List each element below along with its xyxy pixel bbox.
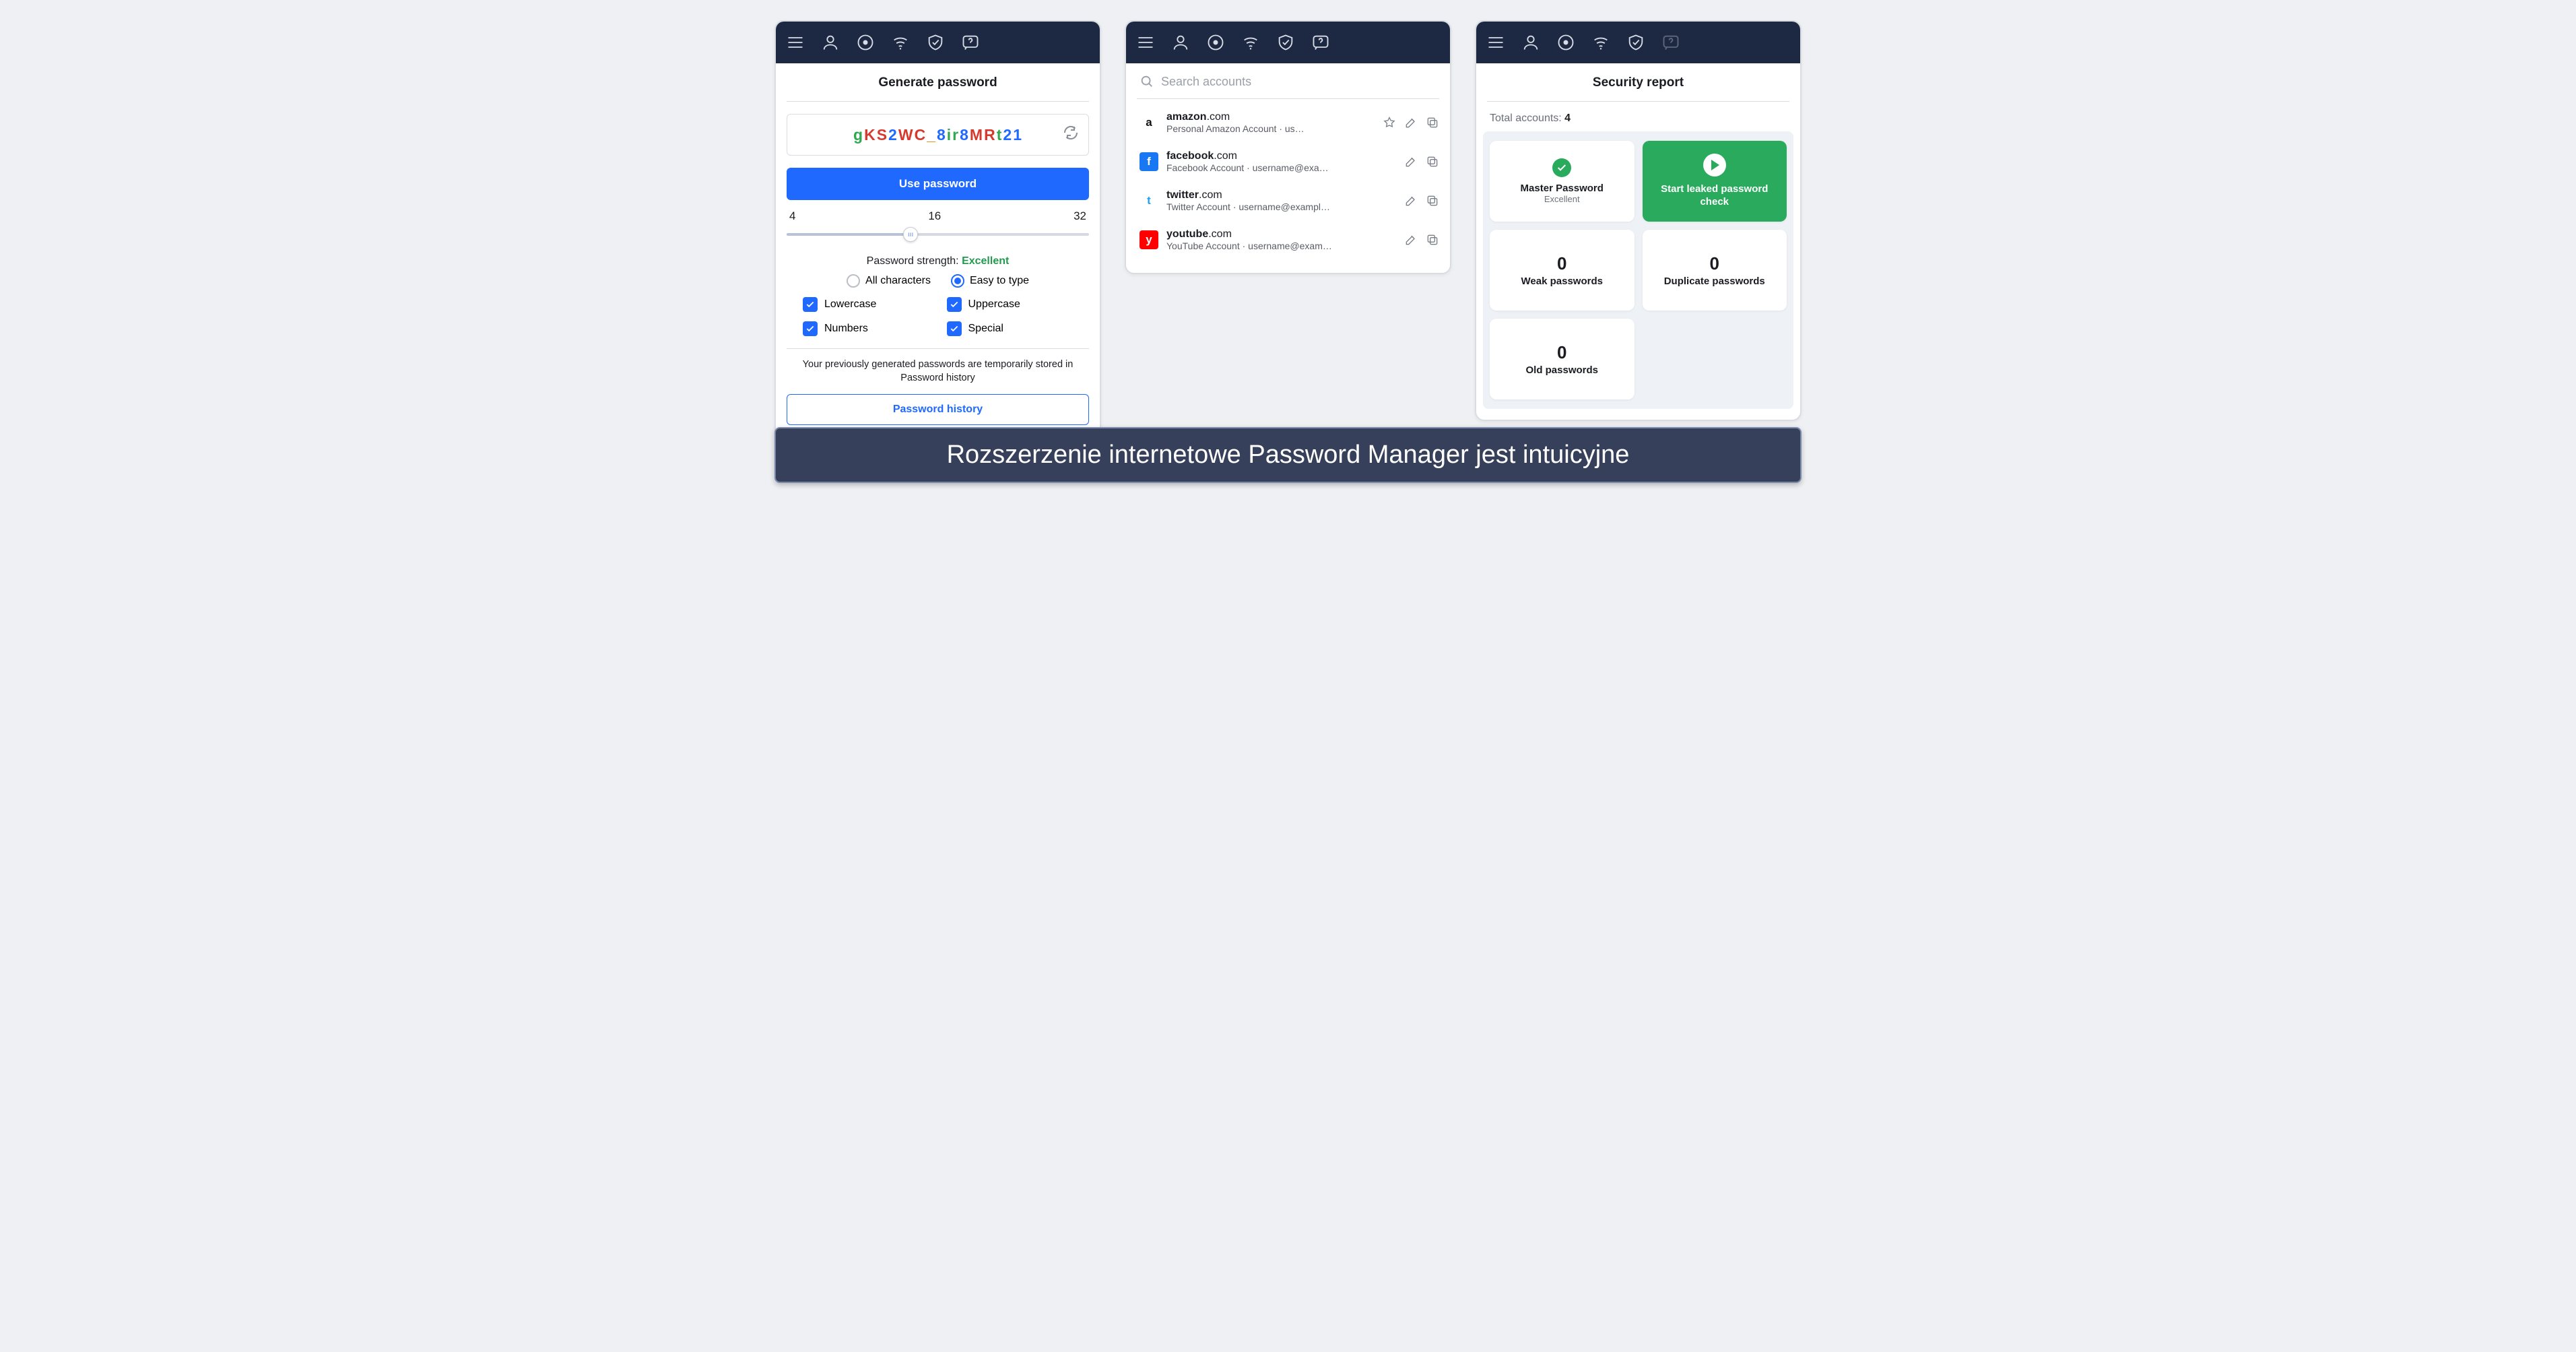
copy-icon[interactable]: [1426, 155, 1439, 168]
menu-icon[interactable]: [1134, 31, 1157, 54]
panel-accounts-list: Search accounts a amazon.comPersonal Amaz…: [1125, 20, 1451, 274]
tile-weak-passwords[interactable]: 0 Weak passwords: [1490, 230, 1634, 311]
topbar: [1476, 22, 1800, 63]
mode-easy-to-type[interactable]: Easy to type: [951, 274, 1029, 288]
checkbox-special[interactable]: Special: [947, 321, 1074, 336]
menu-icon[interactable]: [784, 31, 807, 54]
page-title: Security report: [1487, 63, 1789, 102]
total-accounts: Total accounts: 4: [1490, 112, 1787, 125]
edit-icon[interactable]: [1404, 233, 1418, 247]
help-icon[interactable]: [1659, 31, 1682, 54]
panel-security-report: Security report Total accounts: 4 Master…: [1475, 20, 1802, 421]
copy-icon[interactable]: [1426, 194, 1439, 207]
mode-all-characters[interactable]: All characters: [847, 274, 931, 288]
regenerate-icon[interactable]: [1063, 125, 1079, 145]
account-subtitle: YouTube Account · username@exam…: [1166, 240, 1396, 251]
caption-banner: Rozszerzenie internetowe Password Manage…: [774, 427, 1802, 483]
account-domain: amazon.com: [1166, 111, 1375, 123]
help-icon[interactable]: [1309, 31, 1332, 54]
privacy-icon[interactable]: [1554, 31, 1577, 54]
slider-thumb[interactable]: ııı: [903, 227, 918, 242]
edit-icon[interactable]: [1404, 155, 1418, 168]
account-row[interactable]: f facebook.comFacebook Account · username…: [1126, 142, 1450, 181]
password-strength: Password strength: Excellent: [787, 255, 1089, 267]
topbar: [1126, 22, 1450, 63]
account-list: a amazon.comPersonal Amazon Account · us……: [1126, 99, 1450, 273]
length-slider[interactable]: ııı: [787, 226, 1089, 243]
length-current: 16: [928, 210, 941, 223]
shield-icon[interactable]: [1624, 31, 1647, 54]
history-note: Your previously generated passwords are …: [787, 348, 1089, 385]
brand-icon: t: [1140, 191, 1158, 210]
check-icon: [1552, 158, 1571, 177]
shield-icon[interactable]: [924, 31, 947, 54]
account-domain: youtube.com: [1166, 228, 1396, 240]
account-subtitle: Facebook Account · username@exa…: [1166, 162, 1396, 173]
brand-icon: f: [1140, 152, 1158, 171]
privacy-icon[interactable]: [1204, 31, 1227, 54]
generated-password-field: gKS2WC_8ir8MRt21: [787, 114, 1089, 156]
search-input[interactable]: Search accounts: [1137, 74, 1439, 99]
topbar: [776, 22, 1100, 63]
wifi-icon[interactable]: [889, 31, 912, 54]
length-range-labels: 4 16 32: [789, 210, 1086, 223]
privacy-icon[interactable]: [854, 31, 877, 54]
account-row[interactable]: a amazon.comPersonal Amazon Account · us…: [1126, 103, 1450, 142]
account-subtitle: Personal Amazon Account · us…: [1166, 123, 1375, 134]
account-domain: facebook.com: [1166, 150, 1396, 162]
brand-icon: a: [1140, 113, 1158, 132]
wifi-icon[interactable]: [1589, 31, 1612, 54]
checkbox-uppercase[interactable]: Uppercase: [947, 297, 1074, 312]
profile-icon[interactable]: [819, 31, 842, 54]
help-icon[interactable]: [959, 31, 982, 54]
copy-icon[interactable]: [1426, 233, 1439, 247]
checkbox-numbers[interactable]: Numbers: [803, 321, 929, 336]
edit-icon[interactable]: [1404, 116, 1418, 129]
shield-icon[interactable]: [1274, 31, 1297, 54]
wifi-icon[interactable]: [1239, 31, 1262, 54]
profile-icon[interactable]: [1169, 31, 1192, 54]
tile-duplicate-passwords[interactable]: 0 Duplicate passwords: [1643, 230, 1787, 311]
search-placeholder: Search accounts: [1161, 75, 1251, 89]
star-icon[interactable]: [1383, 116, 1396, 129]
length-min: 4: [789, 210, 795, 223]
page-title: Generate password: [787, 63, 1089, 102]
checkbox-lowercase[interactable]: Lowercase: [803, 297, 929, 312]
copy-icon[interactable]: [1426, 116, 1439, 129]
edit-icon[interactable]: [1404, 194, 1418, 207]
account-subtitle: Twitter Account · username@exampl…: [1166, 201, 1396, 212]
password-history-button[interactable]: Password history: [787, 394, 1089, 425]
account-domain: twitter.com: [1166, 189, 1396, 201]
profile-icon[interactable]: [1519, 31, 1542, 54]
play-icon: [1703, 154, 1726, 176]
menu-icon[interactable]: [1484, 31, 1507, 54]
tile-master-password[interactable]: Master Password Excellent: [1490, 141, 1634, 222]
panel-generate-password: Generate password gKS2WC_8ir8MRt21 Use p…: [774, 20, 1101, 439]
search-icon: [1140, 74, 1154, 89]
tile-old-passwords[interactable]: 0 Old passwords: [1490, 319, 1634, 399]
account-row[interactable]: y youtube.comYouTube Account · username@e…: [1126, 220, 1450, 259]
tile-start-leak-check[interactable]: Start leaked password check: [1643, 141, 1787, 222]
use-password-button[interactable]: Use password: [787, 168, 1089, 200]
length-max: 32: [1074, 210, 1086, 223]
brand-icon: y: [1140, 230, 1158, 249]
account-row[interactable]: t twitter.comTwitter Account · username@e…: [1126, 181, 1450, 220]
